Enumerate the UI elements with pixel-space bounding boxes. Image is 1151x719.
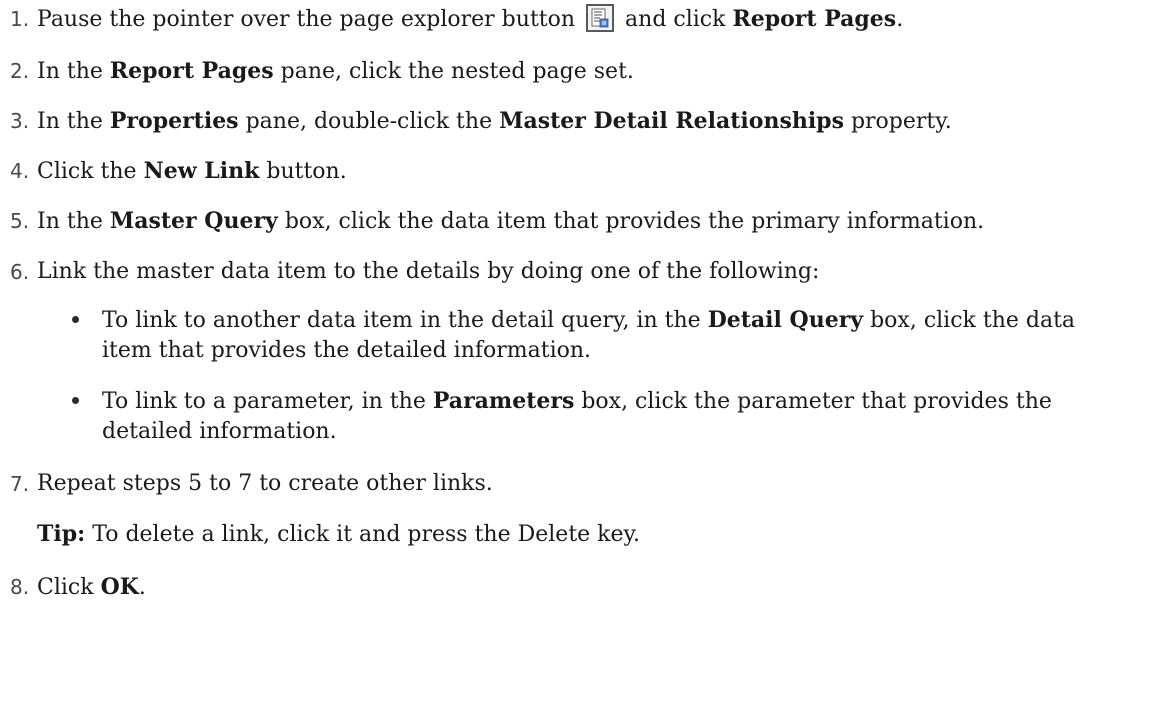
step-number: 5. <box>10 209 30 233</box>
step-text-part: and click <box>625 7 726 32</box>
step-text: Link the master data item to the details… <box>37 259 820 284</box>
step-number: 3. <box>10 109 30 133</box>
ui-term: Report Pages <box>109 58 274 84</box>
tip-text: To delete a link, click it and press the… <box>92 522 641 547</box>
step-text-part: . <box>138 575 146 600</box>
step-text-part: box, click the data item that provides t… <box>284 209 985 234</box>
ui-term: Detail Query <box>707 307 864 333</box>
tip-note: Tip: To delete a link, click it and pres… <box>37 519 640 550</box>
step-number: 6. <box>10 260 30 284</box>
tip-label: Tip: <box>37 521 86 547</box>
step-text-part: property. <box>850 109 952 134</box>
bullet-text: To link to another data item in the deta… <box>102 305 1112 366</box>
step-text-part: Click <box>37 575 94 600</box>
step-text-part: pane, click the nested page set. <box>280 59 634 84</box>
step-text-part: button. <box>266 159 347 184</box>
step-text-part: Click the <box>37 159 137 184</box>
ui-term: Properties <box>109 108 239 134</box>
bullet-dot <box>72 397 79 404</box>
step-text-part: In the <box>37 109 103 134</box>
step-number: 8. <box>10 575 30 599</box>
step-text: In the Master Query box, click the data … <box>37 206 984 237</box>
step-number: 1. <box>10 7 30 31</box>
step-text-part: . <box>896 7 904 32</box>
step-text: Click the New Link button. <box>37 156 347 187</box>
step-number: 2. <box>10 59 30 83</box>
bullet-text-part: To link to a parameter, in the <box>102 389 426 414</box>
ui-term: Master Query <box>109 208 278 234</box>
ui-term: Parameters <box>432 388 575 414</box>
step-text-part: Pause the pointer over the page explorer… <box>37 7 576 32</box>
step-text: In the Properties pane, double-click the… <box>37 106 952 137</box>
bullet-text: To link to a parameter, in the Parameter… <box>102 386 1112 447</box>
ui-term: Report Pages <box>732 6 897 32</box>
step-text-part: pane, double-click the <box>245 109 493 134</box>
step-text: In the Report Pages pane, click the nest… <box>37 56 634 87</box>
ui-term: Master Detail Relationships <box>499 108 844 134</box>
ui-term: New Link <box>143 158 260 184</box>
bullet-text-part: To link to another data item in the deta… <box>102 308 701 333</box>
step-text: Pause the pointer over the page explorer… <box>37 4 903 35</box>
bullet-dot <box>72 316 79 323</box>
step-text: Repeat steps 5 to 7 to create other link… <box>37 471 493 496</box>
step-number: 4. <box>10 159 30 183</box>
step-text-part: In the <box>37 59 103 84</box>
step-text: Click OK. <box>37 572 146 603</box>
page-explorer-icon <box>586 4 615 32</box>
step-number: 7. <box>10 472 30 496</box>
ui-term: OK <box>100 574 139 600</box>
step-text-part: In the <box>37 209 103 234</box>
